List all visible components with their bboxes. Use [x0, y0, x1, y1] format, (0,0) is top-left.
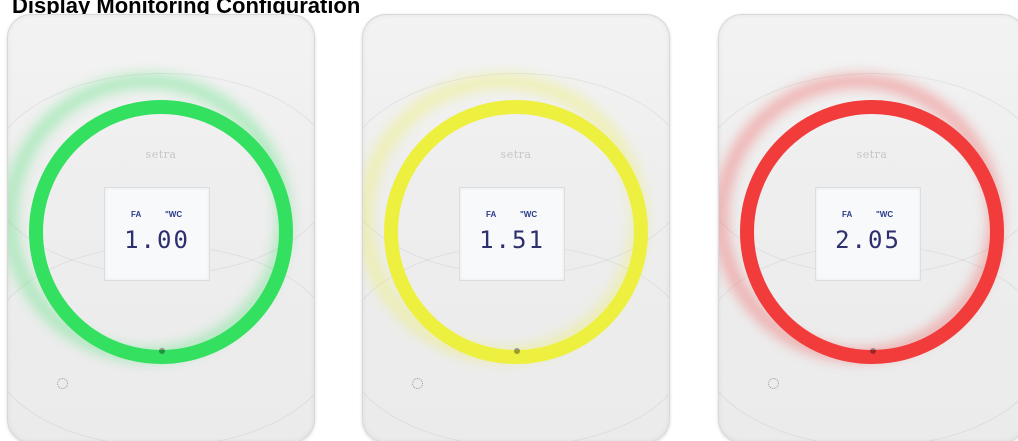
brand-logo: setra — [856, 148, 888, 161]
pressure-reading: 1.00 — [124, 226, 190, 254]
light-sensor-icon — [57, 378, 68, 389]
ring-notch — [159, 348, 165, 354]
monitor-device-yellow: setra FA "WC 1.51 — [362, 14, 670, 441]
brand-logo: setra — [500, 148, 532, 161]
page: Display Monitoring Configuration setra F… — [0, 0, 1018, 441]
pressure-reading: 2.05 — [835, 226, 901, 254]
unit-row: FA "WC — [460, 210, 564, 220]
lcd-display: FA "WC 1.00 — [104, 187, 210, 281]
unit-label-fa: FA — [131, 210, 142, 219]
light-sensor-icon — [768, 378, 779, 389]
ring-notch — [514, 348, 520, 354]
unit-label-wc: "WC — [520, 210, 538, 219]
light-sensor-icon — [412, 378, 423, 389]
lcd-display: FA "WC 2.05 — [815, 187, 921, 281]
unit-row: FA "WC — [816, 210, 920, 220]
unit-label-fa: FA — [842, 210, 853, 219]
unit-label-wc: "WC — [876, 210, 894, 219]
monitor-device-green: setra FA "WC 1.00 — [7, 14, 315, 441]
lcd-display: FA "WC 1.51 — [459, 187, 565, 281]
unit-row: FA "WC — [105, 210, 209, 220]
ring-notch — [870, 348, 876, 354]
monitor-device-red: setra FA "WC 2.05 — [718, 14, 1018, 441]
pressure-reading: 1.51 — [479, 226, 545, 254]
unit-label-fa: FA — [486, 210, 497, 219]
brand-logo: setra — [145, 148, 177, 161]
unit-label-wc: "WC — [165, 210, 183, 219]
